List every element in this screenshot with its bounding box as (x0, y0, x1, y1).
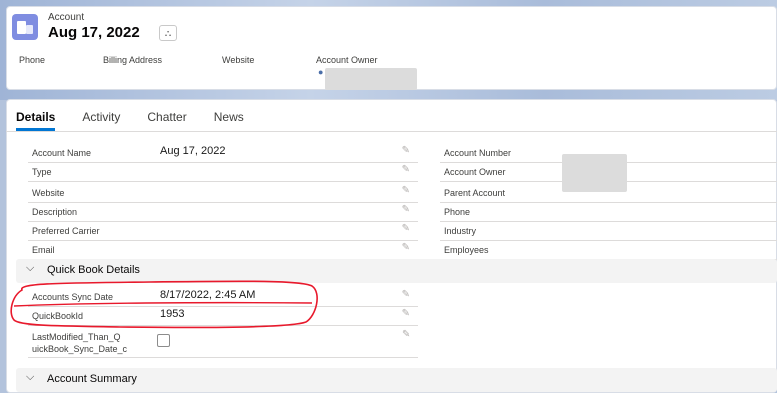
red-annotation-circle (10, 280, 318, 329)
